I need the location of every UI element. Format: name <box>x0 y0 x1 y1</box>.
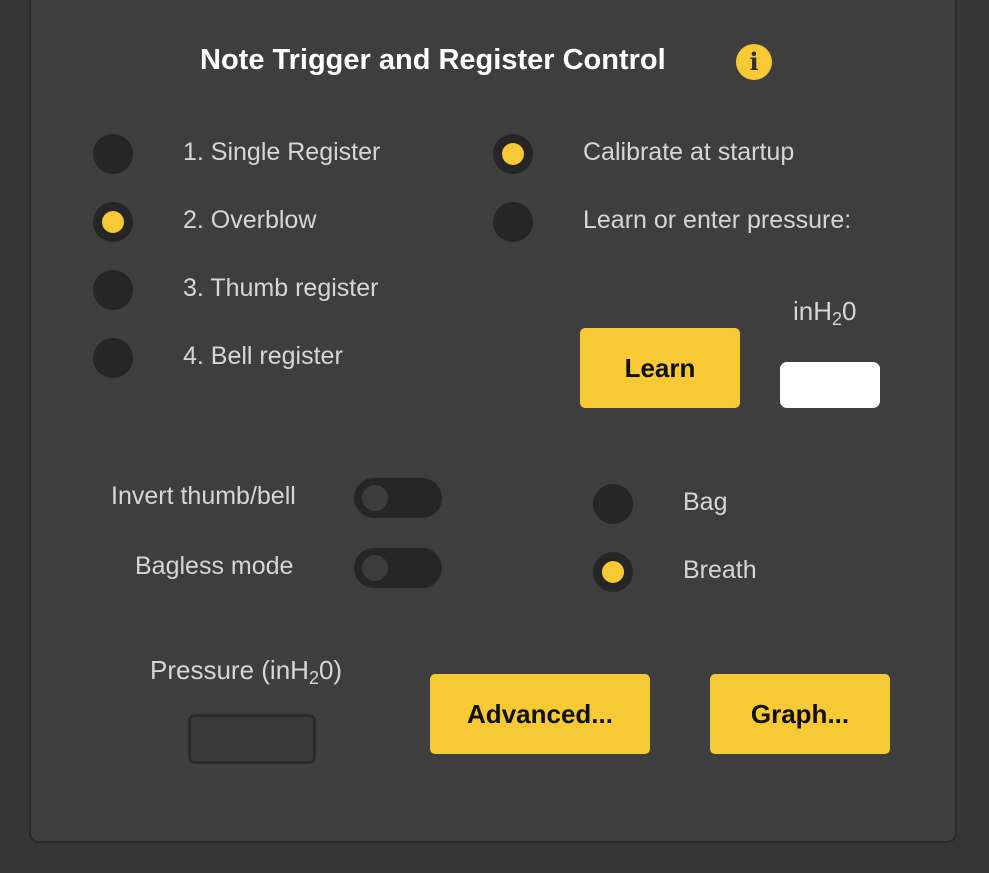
toggle-knob <box>362 555 388 581</box>
graph-button[interactable]: Graph... <box>710 674 890 754</box>
unit-label-inh2o: inH20 <box>793 296 857 329</box>
radio-bell-register[interactable] <box>93 338 133 378</box>
advanced-button[interactable]: Advanced... <box>430 674 650 754</box>
bagless-mode-toggle[interactable] <box>354 548 442 588</box>
label-bell-register: 4. Bell register <box>183 342 343 370</box>
label-bagless-mode: Bagless mode <box>135 552 294 580</box>
radio-overblow[interactable] <box>93 202 133 242</box>
radio-learn-or-enter-pressure[interactable] <box>493 202 533 242</box>
label-thumb-register: 3. Thumb register <box>183 274 379 302</box>
info-icon[interactable]: i <box>736 44 772 80</box>
label-single-register: 1. Single Register <box>183 138 381 166</box>
pressure-readout-field <box>188 714 316 764</box>
label-bag: Bag <box>683 488 728 516</box>
panel-title: Note Trigger and Register Control <box>200 44 666 76</box>
label-breath: Breath <box>683 556 757 584</box>
label-learn-or-enter-pressure: Learn or enter pressure: <box>583 206 852 234</box>
radio-calibrate-at-startup[interactable] <box>493 134 533 174</box>
invert-thumb-bell-toggle[interactable] <box>354 478 442 518</box>
pressure-readout-label: Pressure (inH20) <box>150 655 343 688</box>
radio-bag[interactable] <box>593 484 633 524</box>
radio-breath[interactable] <box>593 552 633 592</box>
learn-button[interactable]: Learn <box>580 328 740 408</box>
radio-thumb-register[interactable] <box>93 270 133 310</box>
label-calibrate-at-startup: Calibrate at startup <box>583 138 795 166</box>
calibration-pressure-input[interactable] <box>780 362 880 408</box>
label-overblow: 2. Overblow <box>183 206 317 234</box>
radio-single-register[interactable] <box>93 134 133 174</box>
label-invert-thumb-bell: Invert thumb/bell <box>111 482 296 510</box>
toggle-knob <box>362 485 388 511</box>
